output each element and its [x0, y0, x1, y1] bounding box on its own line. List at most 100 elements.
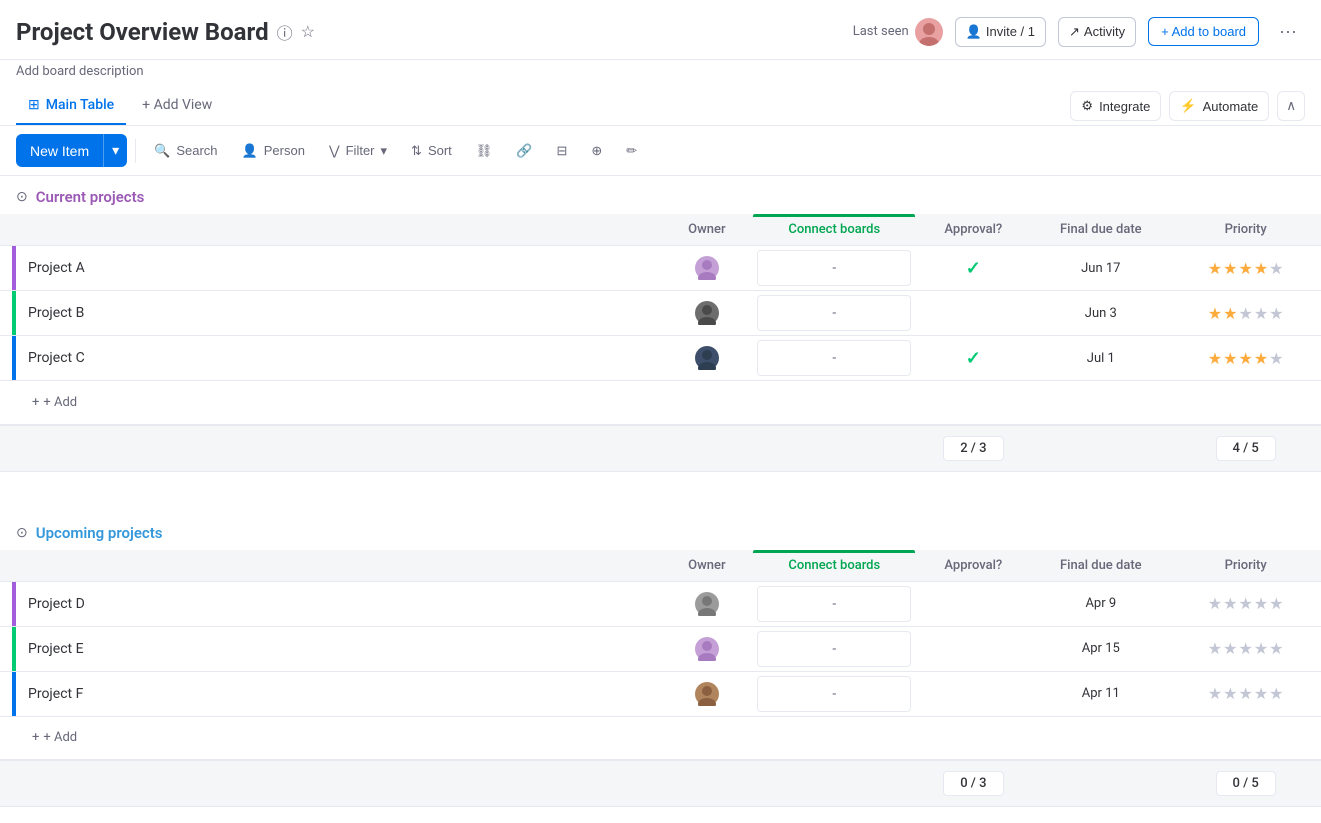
connect-dash-c[interactable]: -: [757, 340, 911, 376]
summary-approval-value2: 0 / 3: [943, 771, 1003, 796]
connect-dash-e[interactable]: -: [757, 631, 911, 667]
connect-dash-d[interactable]: -: [757, 586, 911, 622]
star-2[interactable]: ★: [1223, 259, 1237, 278]
add-row-cell2: + + Add: [0, 716, 1321, 760]
row-name-a[interactable]: Project A: [28, 260, 625, 276]
new-item-button[interactable]: New Item ▾: [16, 134, 127, 167]
cell-connect-b[interactable]: -: [753, 291, 915, 336]
col-header-owner[interactable]: Owner: [661, 214, 754, 246]
col-header-priority2[interactable]: Priority: [1170, 550, 1321, 582]
cell-connect-f[interactable]: -: [753, 671, 915, 716]
filter-button[interactable]: ⋁ Filter ▾: [319, 136, 397, 166]
apps-button[interactable]: ⊕: [581, 136, 612, 166]
board-description[interactable]: Add board description: [0, 60, 1321, 87]
star-5[interactable]: ★: [1269, 259, 1283, 278]
add-to-board-label: + Add to board: [1161, 24, 1246, 39]
collapse-button[interactable]: ∧: [1277, 91, 1305, 121]
search-button[interactable]: 🔍 Search: [144, 136, 227, 166]
star-2[interactable]: ★: [1223, 684, 1237, 703]
sort-button[interactable]: ⇅ Sort: [401, 136, 462, 166]
add-button-upcoming[interactable]: + + Add: [16, 730, 1305, 745]
tab-main-table[interactable]: ⊞ Main Table: [16, 87, 126, 125]
invite-button[interactable]: 👤 Invite / 1: [955, 17, 1046, 47]
star-2[interactable]: ★: [1223, 594, 1237, 613]
col-header-approval[interactable]: Approval?: [915, 214, 1031, 246]
connect-dash-f[interactable]: -: [757, 676, 911, 712]
col-header-connect[interactable]: Connect boards: [753, 214, 915, 246]
summary-row-upcoming: 0 / 3 0 / 5: [0, 760, 1321, 807]
person-button[interactable]: 👤 Person: [232, 136, 315, 166]
star-3[interactable]: ★: [1238, 304, 1252, 323]
star-1[interactable]: ★: [1208, 684, 1222, 703]
col-header-owner2[interactable]: Owner: [661, 550, 754, 582]
star-4[interactable]: ★: [1254, 684, 1268, 703]
star-3[interactable]: ★: [1238, 594, 1252, 613]
cell-connect-d[interactable]: -: [753, 581, 915, 626]
connect-dash-b[interactable]: -: [757, 295, 911, 331]
star-3[interactable]: ★: [1238, 349, 1252, 368]
edit-button[interactable]: ✏: [616, 136, 647, 166]
link-icon-button[interactable]: ⛓: [466, 136, 503, 166]
cell-connect-c[interactable]: -: [753, 336, 915, 381]
col-header-duedate2[interactable]: Final due date: [1031, 550, 1170, 582]
col-header-priority[interactable]: Priority: [1170, 214, 1321, 246]
col-header-approval2[interactable]: Approval?: [915, 550, 1031, 582]
star-1[interactable]: ★: [1208, 639, 1222, 658]
row-name-f[interactable]: Project F: [28, 686, 625, 702]
add-button-current[interactable]: + + Add: [16, 395, 1305, 410]
columns-button[interactable]: ⊟: [546, 136, 577, 166]
star-1[interactable]: ★: [1208, 349, 1222, 368]
cell-name-f: Project F ⊕: [0, 671, 661, 716]
star-5[interactable]: ★: [1269, 594, 1283, 613]
last-seen-label: Last seen: [853, 24, 909, 39]
summary-priority2: 0 / 5: [1170, 760, 1321, 807]
star-5[interactable]: ★: [1269, 349, 1283, 368]
summary-approval-value: 2 / 3: [943, 436, 1003, 461]
cell-connect-e[interactable]: -: [753, 626, 915, 671]
star-3[interactable]: ★: [1238, 259, 1252, 278]
star-1[interactable]: ★: [1208, 259, 1222, 278]
info-icon[interactable]: ⓘ: [277, 20, 293, 44]
star-2[interactable]: ★: [1223, 639, 1237, 658]
star-1[interactable]: ★: [1208, 594, 1222, 613]
integrate-button[interactable]: ⚙ Integrate: [1070, 91, 1161, 121]
cell-duedate-f: Apr 11: [1031, 671, 1170, 716]
star-4[interactable]: ★: [1254, 639, 1268, 658]
star-5[interactable]: ★: [1269, 304, 1283, 323]
star-3[interactable]: ★: [1238, 639, 1252, 658]
star-icon[interactable]: ☆: [301, 22, 315, 41]
tab-add-view[interactable]: + Add View: [130, 87, 224, 125]
connect-dash-a[interactable]: -: [757, 250, 911, 286]
group-toggle-upcoming[interactable]: ⊙: [16, 525, 28, 541]
star-3[interactable]: ★: [1238, 684, 1252, 703]
embed-button[interactable]: 🔗: [506, 136, 542, 166]
star-4[interactable]: ★: [1254, 304, 1268, 323]
cell-connect-a[interactable]: -: [753, 246, 915, 291]
star-4[interactable]: ★: [1254, 349, 1268, 368]
col-header-connect2[interactable]: Connect boards: [753, 550, 915, 582]
row-name-b[interactable]: Project B: [28, 305, 625, 321]
star-2[interactable]: ★: [1223, 304, 1237, 323]
star-4[interactable]: ★: [1254, 594, 1268, 613]
new-item-dropdown-icon[interactable]: ▾: [103, 134, 127, 167]
cell-duedate-c: Jul 1: [1031, 336, 1170, 381]
star-5[interactable]: ★: [1269, 684, 1283, 703]
star-1[interactable]: ★: [1208, 304, 1222, 323]
row-name-e[interactable]: Project E: [28, 641, 625, 657]
add-to-board-button[interactable]: + Add to board: [1148, 17, 1259, 46]
table-header-upcoming: Owner Connect boards Approval? Final due…: [0, 550, 1321, 582]
activity-icon: ↗: [1069, 24, 1080, 40]
header-right: Last seen 👤 Invite / 1 ↗ Activity + Add …: [853, 15, 1305, 48]
automate-button[interactable]: ⚡ Automate: [1169, 91, 1269, 121]
star-2[interactable]: ★: [1223, 349, 1237, 368]
star-4[interactable]: ★: [1254, 259, 1268, 278]
row-name-d[interactable]: Project D: [28, 596, 625, 612]
row-name-c[interactable]: Project C: [28, 350, 625, 366]
group-toggle-current[interactable]: ⊙: [16, 189, 28, 205]
activity-button[interactable]: ↗ Activity: [1058, 17, 1136, 47]
star-5[interactable]: ★: [1269, 639, 1283, 658]
summary-approval: 2 / 3: [915, 425, 1031, 472]
col-header-duedate[interactable]: Final due date: [1031, 214, 1170, 246]
more-options-button[interactable]: ···: [1271, 15, 1305, 48]
apps-icon: ⊕: [591, 143, 602, 159]
